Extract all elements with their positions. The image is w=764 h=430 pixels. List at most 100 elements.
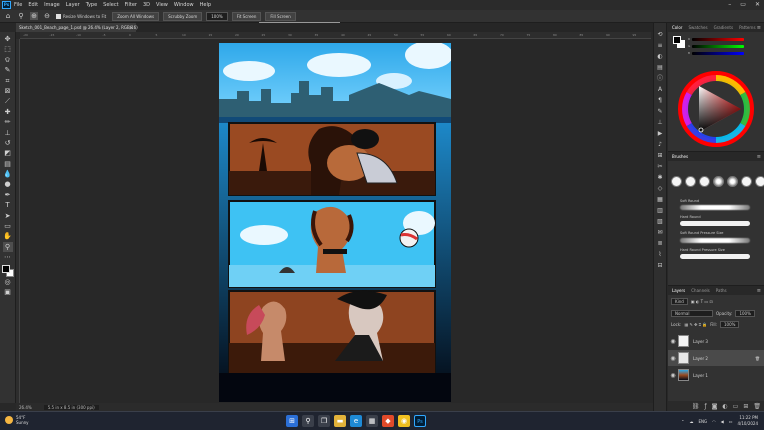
info-icon[interactable]: ⓘ <box>656 73 664 84</box>
zoom-all-windows-checkbox[interactable]: Zoom All Windows <box>112 11 160 21</box>
swatches-icon[interactable]: ▧ <box>656 216 664 227</box>
glyphs-icon[interactable]: ♪ <box>656 139 664 150</box>
color-fg-bg[interactable] <box>673 36 685 48</box>
layer-row[interactable]: ◉ Layer 3 <box>668 333 764 349</box>
menu-3d[interactable]: 3D <box>143 2 150 8</box>
delete-layer-icon[interactable]: 🗑 <box>753 403 761 410</box>
scrubby-zoom-checkbox[interactable]: Scrubby Zoom <box>163 11 203 21</box>
layer-row[interactable]: ◉ Layer 1 <box>668 367 764 383</box>
type-tool-icon[interactable]: T <box>3 200 13 210</box>
patterns-icon[interactable]: ▦ <box>656 194 664 205</box>
zoom-in-icon[interactable]: ⊕ <box>30 12 38 20</box>
shapes-icon[interactable]: ✱ <box>656 172 664 183</box>
blend-mode-select[interactable]: Normal <box>671 310 713 317</box>
menu-type[interactable]: Type <box>86 2 97 8</box>
adjustments-icon[interactable]: ◐ <box>656 51 664 62</box>
menu-layer[interactable]: Layer <box>66 2 80 8</box>
measurement-icon[interactable]: ⊟ <box>656 260 664 271</box>
start-icon[interactable]: ⊞ <box>286 415 298 427</box>
layer-name[interactable]: Layer 2 <box>693 356 708 361</box>
close-button[interactable]: ✕ <box>755 1 760 8</box>
minimize-button[interactable]: – <box>728 1 731 8</box>
lasso-tool-icon[interactable]: ଡ <box>3 55 13 65</box>
tab-brushes[interactable]: Brushes <box>672 154 688 159</box>
crop-tool-icon[interactable]: ⌗ <box>3 76 13 86</box>
foreground-color[interactable] <box>1 264 10 273</box>
quick-mask-icon[interactable]: ◎ <box>3 277 13 287</box>
tab-swatches[interactable]: Swatches <box>688 25 707 30</box>
hand-tool-icon[interactable]: ✋ <box>3 231 13 241</box>
brush-hard-round[interactable]: Hard Round <box>680 215 701 219</box>
paths-icon[interactable]: ⌇ <box>656 249 664 260</box>
home-icon[interactable]: ⌂ <box>4 12 12 20</box>
menu-filter[interactable]: Filter <box>125 2 137 8</box>
libraries-icon[interactable]: ▤ <box>656 62 664 73</box>
comic-page-canvas[interactable] <box>219 43 451 402</box>
fg-color-chip[interactable] <box>673 36 681 44</box>
menu-edit[interactable]: Edit <box>28 2 38 8</box>
brush-soft-round-pressure[interactable]: Soft Round Pressure Size <box>680 231 723 235</box>
menu-select[interactable]: Select <box>103 2 118 8</box>
brush-hard-round-pressure[interactable]: Hard Round Pressure Size <box>680 248 725 252</box>
fill-screen-button[interactable]: Fill Screen <box>265 11 296 21</box>
layer-name[interactable]: Layer 1 <box>693 373 708 378</box>
layer-row-selected[interactable]: ◉ Layer 2 🗑 <box>668 350 764 366</box>
cloud-icon[interactable]: ☁ <box>690 419 694 424</box>
brush-soft-round[interactable]: Soft Round <box>680 199 699 203</box>
lock-icons[interactable]: ▦ ✎ ✥ ⌗ 🔒 <box>684 322 707 327</box>
language-indicator[interactable]: ENG <box>699 419 708 424</box>
menu-file[interactable]: File <box>14 2 22 8</box>
filter-icons[interactable]: ▣ ◐ T ▭ ⊡ <box>691 299 713 304</box>
new-layer-icon[interactable]: ⊞ <box>743 403 748 410</box>
tab-patterns[interactable]: Patterns <box>739 25 755 30</box>
document-tab[interactable]: Sketch_001_Beach_page_1.psd @ 26.4% (Lay… <box>16 23 138 32</box>
green-slider[interactable] <box>692 45 744 48</box>
tray-overflow-icon[interactable]: ⌃ <box>681 419 684 424</box>
fit-screen-button[interactable]: Fit Screen <box>231 11 262 21</box>
tab-layers[interactable]: Layers <box>672 288 685 293</box>
zoom-level[interactable]: 26.4% <box>19 405 32 410</box>
history-brush-icon[interactable]: ↺ <box>3 138 13 148</box>
color-wheel[interactable] <box>677 70 755 148</box>
menu-help[interactable]: Help <box>200 2 211 8</box>
gradients-icon[interactable]: ▥ <box>656 205 664 216</box>
close-tab-icon[interactable]: × <box>130 23 133 32</box>
maximize-button[interactable]: ▭ <box>740 1 746 8</box>
panel-menu-icon[interactable]: ≡ <box>757 25 761 31</box>
brush-tip[interactable] <box>727 176 738 187</box>
mask-icon[interactable]: ◙ <box>712 403 718 410</box>
zoom-tool-icon[interactable]: ⚲ <box>17 12 25 20</box>
timeline-icon[interactable]: ✂ <box>656 161 664 172</box>
properties-panel-icon[interactable]: ≡ <box>656 40 664 51</box>
battery-icon[interactable]: ▭ <box>729 419 733 424</box>
zoom-tool-icon[interactable]: ⚲ <box>2 241 13 253</box>
navigator-icon[interactable]: ⊞ <box>656 150 664 161</box>
edge-icon[interactable]: e <box>350 415 362 427</box>
fx-icon[interactable]: ƒ <box>704 403 706 410</box>
frame-tool-icon[interactable]: ⊠ <box>3 86 13 96</box>
actions-icon[interactable]: ▶ <box>656 128 664 139</box>
menu-window[interactable]: Window <box>174 2 194 8</box>
brushes-menu-icon[interactable]: ≡ <box>757 154 761 160</box>
character-icon[interactable]: A <box>656 84 664 95</box>
task-view-icon[interactable]: ❐ <box>318 415 330 427</box>
brush-tip[interactable] <box>671 176 682 187</box>
link-layers-icon[interactable]: ⛓ <box>692 403 700 410</box>
clone-stamp-icon[interactable]: ⊥ <box>3 128 13 138</box>
foreground-background-swatches[interactable] <box>1 264 14 277</box>
menu-image[interactable]: Image <box>44 2 60 8</box>
marquee-tool-icon[interactable]: ⬚ <box>3 44 13 54</box>
rectangle-tool-icon[interactable]: ▭ <box>3 221 13 231</box>
brush-settings-icon[interactable]: ✎ <box>656 106 664 117</box>
dodge-tool-icon[interactable]: ● <box>3 179 13 189</box>
paragraph-icon[interactable]: ¶ <box>656 95 664 106</box>
opacity-field[interactable]: 100% <box>735 310 755 317</box>
file-explorer-icon[interactable]: ▬ <box>334 415 346 427</box>
red-slider[interactable] <box>692 38 744 41</box>
healing-brush-icon[interactable]: ✚ <box>3 107 13 117</box>
layer-name[interactable]: Layer 3 <box>693 339 708 344</box>
blue-slider[interactable] <box>692 52 744 55</box>
more-tools-icon[interactable]: ⋯ <box>3 252 13 262</box>
wifi-icon[interactable]: ◠ <box>712 419 716 424</box>
notes-icon[interactable]: ✉ <box>656 227 664 238</box>
